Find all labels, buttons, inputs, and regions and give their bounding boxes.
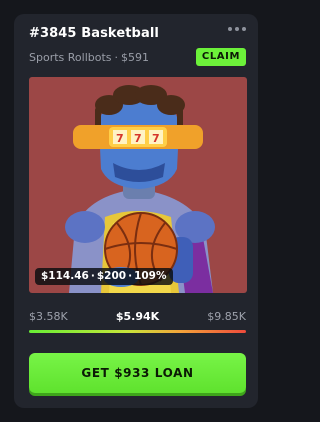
svg-text:7: 7: [116, 132, 124, 145]
separator: ·: [114, 51, 119, 64]
range-mid: $5.94K: [115, 310, 160, 323]
get-loan-button[interactable]: GET $933 LOAN: [29, 353, 246, 393]
separator: ·: [128, 270, 133, 282]
price-percent: 109%: [134, 270, 167, 282]
collection-name: Sports Rollbots: [29, 51, 112, 64]
value-range: $3.58K $5.94K $9.85K: [29, 310, 246, 323]
price-value: $114.46: [41, 270, 89, 282]
dot: [228, 27, 232, 31]
range-gradient-bar: [29, 330, 246, 333]
nft-title: #3845 Basketball: [29, 26, 159, 41]
claim-button[interactable]: CLAIM: [195, 48, 246, 66]
nft-card: #3845 Basketball Sports Rollbots · $591 CL…: [14, 14, 258, 408]
rollbot-basketball-image: 7 7 7: [65, 85, 215, 293]
svg-text:7: 7: [152, 132, 160, 145]
price-badge: $114.46 · $200 · 109%: [35, 268, 173, 285]
floor-price: $591: [121, 51, 150, 64]
more-options-icon[interactable]: [228, 25, 246, 33]
price-cost: $200: [96, 270, 127, 282]
nft-artwork[interactable]: 7 7 7 $114.46 · $200 · 109%: [29, 77, 247, 293]
range-high: $9.85K: [207, 310, 246, 323]
dot: [235, 27, 239, 31]
range-low: $3.58K: [29, 310, 68, 323]
separator: ·: [90, 270, 95, 282]
svg-text:7: 7: [134, 132, 142, 145]
dot: [242, 27, 246, 31]
collection-info: Sports Rollbots · $591: [29, 51, 149, 64]
